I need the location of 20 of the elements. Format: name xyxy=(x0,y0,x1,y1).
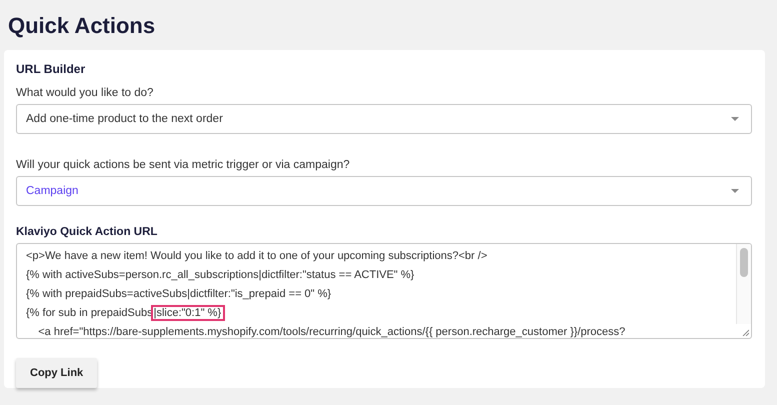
copy-link-button[interactable]: Copy Link xyxy=(16,358,98,388)
code-line: {% for sub in prepaidSubs xyxy=(26,307,153,319)
caret-icon xyxy=(731,117,739,121)
field-label: What would you like to do? xyxy=(16,87,154,99)
caret-icon xyxy=(731,189,739,193)
highlighted-code: |slice:"0:1" %} xyxy=(152,307,224,319)
scrollbar[interactable] xyxy=(736,244,751,324)
url-textarea[interactable] xyxy=(16,243,752,339)
resize-handle-icon[interactable] xyxy=(742,329,749,336)
section-title: URL Builder xyxy=(16,62,86,76)
dropdown-select[interactable]: Add one-time product to the next order xyxy=(16,104,752,134)
field-label: Klaviyo Quick Action URL xyxy=(16,226,158,238)
scrollbar-thumb[interactable] xyxy=(740,248,748,277)
code-line: <a href="https://bare-supplements.myshopify.com/tools/recurring/quick_actions/{{ person.recharge_customer }}/process? xyxy=(37,326,626,338)
code-line: {% with activeSubs=person.rc_all_subscriptions|dictfilter:"status == ACTIVE" %} xyxy=(26,269,414,281)
page-title: Quick Actions xyxy=(8,12,156,40)
dropdown-select[interactable]: Campaign xyxy=(16,176,752,206)
code-line: <p>We have a new item! Would you like to add it to one of your upcoming subscriptions?<br /> xyxy=(26,250,488,262)
field-label: Will your quick actions be sent via metric trigger or via campaign? xyxy=(16,159,350,171)
code-line: {% with prepaidSubs=activeSubs|dictfilter:"is_prepaid == 0" %} xyxy=(26,288,332,300)
